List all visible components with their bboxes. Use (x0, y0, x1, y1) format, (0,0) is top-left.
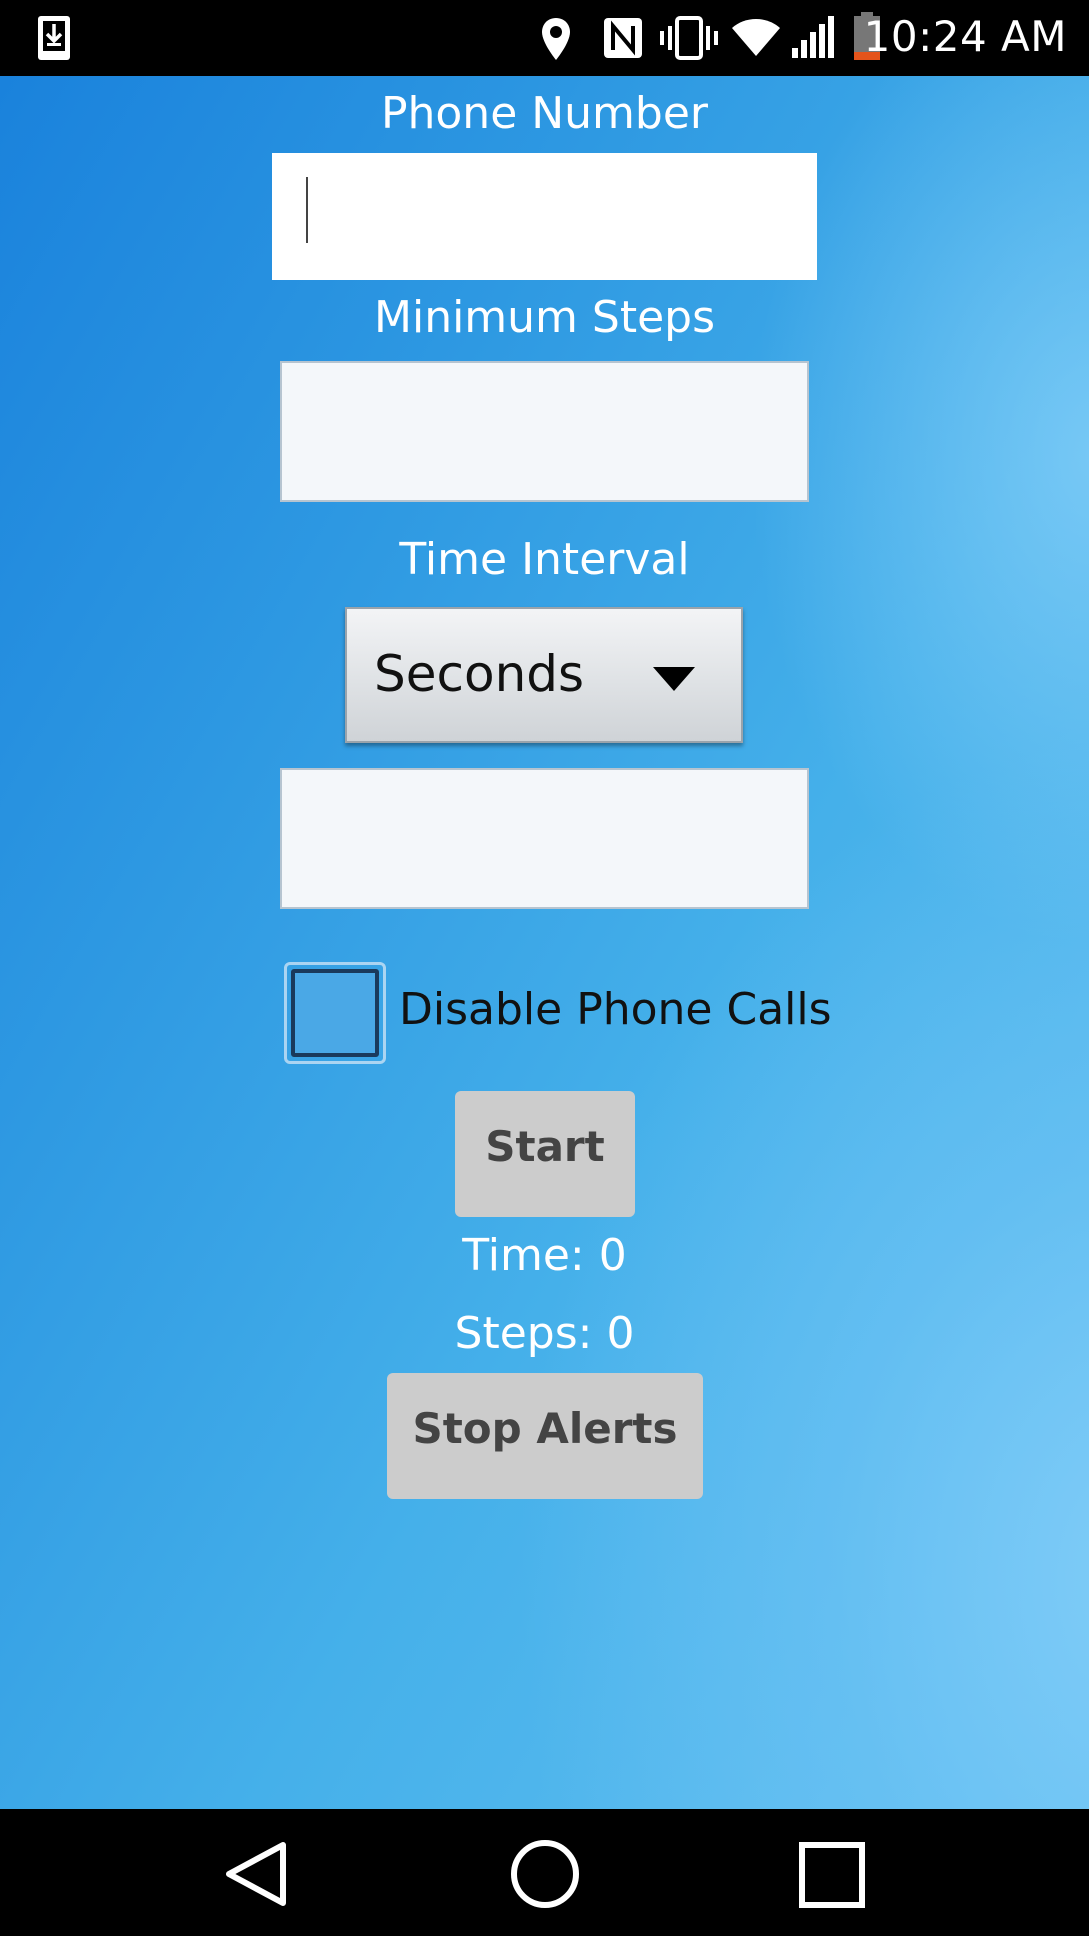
nfc-icon (604, 18, 642, 58)
time-unit-selected: Seconds (374, 645, 585, 703)
phone-screen: 10:24 AM Phone Number Minimum Steps Time… (0, 0, 1089, 1936)
phone-number-label: Phone Number (380, 88, 709, 139)
navigation-bar (0, 1809, 1089, 1936)
minimum-steps-label: Minimum Steps (374, 292, 715, 343)
text-cursor (306, 177, 308, 243)
wifi-icon (732, 19, 780, 56)
app-content: Phone Number Minimum Steps Time Interval… (0, 76, 1089, 1809)
minimum-steps-input[interactable] (280, 361, 809, 502)
location-icon (542, 18, 570, 60)
home-icon (511, 1840, 579, 1908)
cell-signal-icon (792, 16, 834, 58)
disable-phone-calls-label[interactable]: Disable Phone Calls (399, 984, 832, 1035)
time-readout: Time: 0 (462, 1230, 627, 1281)
checkbox-box (291, 969, 379, 1057)
time-interval-label: Time Interval (399, 534, 690, 585)
time-interval-input[interactable] (280, 768, 809, 909)
status-bar: 10:24 AM (0, 0, 1089, 76)
vibrate-icon (660, 16, 718, 60)
home-button[interactable] (465, 1809, 625, 1936)
time-unit-spinner[interactable]: Seconds (345, 607, 743, 743)
recents-button[interactable] (752, 1809, 912, 1936)
dropdown-arrow-icon (653, 667, 695, 691)
status-time: 10:24 AM (863, 12, 1067, 61)
download-notification-icon[interactable] (36, 14, 72, 62)
back-button[interactable] (177, 1809, 337, 1936)
back-icon (226, 1842, 286, 1906)
phone-number-input[interactable] (272, 153, 817, 280)
start-button[interactable]: Start (455, 1091, 635, 1217)
recents-icon (799, 1842, 865, 1908)
stop-alerts-button[interactable]: Stop Alerts (387, 1373, 703, 1499)
steps-readout: Steps: 0 (454, 1308, 635, 1359)
disable-phone-calls-checkbox[interactable] (284, 962, 386, 1064)
